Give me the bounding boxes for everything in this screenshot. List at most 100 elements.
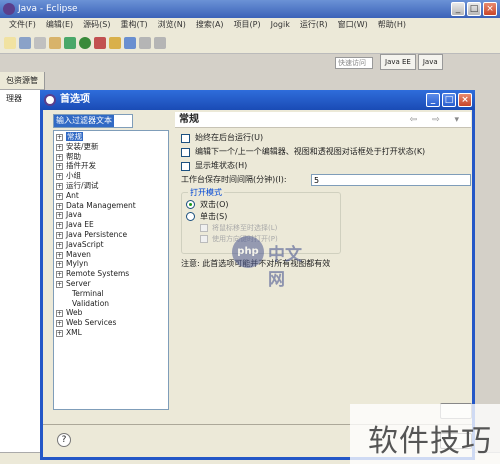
new-icon[interactable] xyxy=(4,36,16,49)
save-icon[interactable] xyxy=(19,36,31,49)
nav-back-icon[interactable] xyxy=(139,36,151,49)
dialog-close-button[interactable]: × xyxy=(458,93,472,107)
minimize-button[interactable]: _ xyxy=(451,2,465,16)
radio-dot xyxy=(186,212,195,221)
menu-help[interactable]: 帮助(H) xyxy=(373,18,411,32)
tree-item-label: Java Persistence xyxy=(66,229,128,239)
open-type-icon[interactable] xyxy=(109,36,121,49)
tree-item[interactable]: + Web xyxy=(54,308,168,318)
print-icon[interactable] xyxy=(34,36,46,49)
run-in-background-checkbox[interactable]: 始终在后台运行(U) xyxy=(181,132,475,146)
tree-item[interactable]: + 常规 xyxy=(54,132,168,142)
tree-item[interactable]: Terminal xyxy=(54,289,168,299)
tree-item[interactable]: Validation xyxy=(54,299,168,309)
nav-forward-icon[interactable] xyxy=(154,36,166,49)
expand-icon[interactable]: + xyxy=(56,310,63,318)
expand-icon[interactable]: + xyxy=(56,271,63,279)
checkbox-box xyxy=(181,162,190,171)
close-button[interactable]: × xyxy=(483,2,497,16)
checkbox-box xyxy=(181,148,190,157)
tree-item-label: 运行/调试 xyxy=(66,180,99,190)
tree-item[interactable]: + Ant xyxy=(54,191,168,201)
note-text: 注意: 此首选项可能并不对所有视图都有效 xyxy=(181,259,331,268)
tree-item[interactable]: + 小组 xyxy=(54,171,168,181)
run-icon[interactable] xyxy=(79,36,91,49)
tree-item[interactable]: + Remote Systems xyxy=(54,269,168,279)
menu-run[interactable]: 运行(R) xyxy=(295,18,333,32)
expand-icon[interactable]: + xyxy=(56,212,63,220)
tree-item-label: JavaScript xyxy=(66,239,104,249)
tree-item[interactable]: + 运行/调试 xyxy=(54,181,168,191)
maximize-button[interactable]: □ xyxy=(467,2,481,16)
expand-icon[interactable]: + xyxy=(56,134,63,141)
corner-watermark-text: 软件技巧 xyxy=(368,424,492,459)
tree-item[interactable]: + XML xyxy=(54,328,168,338)
tree-item[interactable]: + Server xyxy=(54,279,168,289)
perspective-java-ee[interactable]: Java EE xyxy=(380,54,416,70)
double-click-radio[interactable]: 双击(O) xyxy=(186,199,340,211)
menu-search[interactable]: 搜索(A) xyxy=(191,18,229,32)
menu-project[interactable]: 项目(P) xyxy=(229,18,266,32)
expand-icon[interactable]: + xyxy=(56,182,63,190)
dialog-minimize-button[interactable]: _ xyxy=(426,93,440,107)
menubar: 文件(F) 编辑(E) 源码(S) 重构(T) 浏览(N) 搜索(A) 项目(P… xyxy=(0,18,500,32)
dialog-maximize-button[interactable]: □ xyxy=(442,93,456,107)
expand-icon[interactable]: + xyxy=(56,153,63,161)
expand-icon[interactable]: + xyxy=(56,163,63,171)
filter-input[interactable]: 输入过滤器文本 xyxy=(53,114,133,128)
single-click-label: 单击(S) xyxy=(200,212,228,221)
tree-item[interactable]: + Mylyn xyxy=(54,259,168,269)
expand-icon[interactable]: + xyxy=(56,320,63,328)
tree-item[interactable]: + JavaScript xyxy=(54,240,168,250)
checkbox-box xyxy=(181,134,190,143)
expand-icon[interactable]: + xyxy=(56,143,63,151)
keep-next-prev-open-label: 编辑下一个/上一个编辑器、视图和透视图对话框处于打开状态(K) xyxy=(195,147,426,156)
debug-icon[interactable] xyxy=(64,36,76,49)
expand-icon[interactable]: + xyxy=(56,173,63,181)
expand-icon[interactable]: + xyxy=(56,280,63,288)
tree-item-label: 常规 xyxy=(66,132,83,141)
single-click-radio[interactable]: 单击(S) xyxy=(186,211,340,223)
package-explorer-tab[interactable]: 包资源管理器 xyxy=(0,72,44,103)
external-tools-icon[interactable] xyxy=(94,36,106,49)
keep-next-prev-open-checkbox[interactable]: 编辑下一个/上一个编辑器、视图和透视图对话框处于打开状态(K) xyxy=(181,146,475,160)
tree-item[interactable]: + 安装/更新 xyxy=(54,142,168,152)
tools-icon[interactable] xyxy=(49,36,61,49)
tree-item-label: 安装/更新 xyxy=(66,141,99,151)
tree-item-label: Maven xyxy=(66,249,91,259)
quick-access-input[interactable]: 快速访问 xyxy=(335,57,373,69)
menu-source[interactable]: 源码(S) xyxy=(78,18,115,32)
tree-item[interactable]: + 插件开发 xyxy=(54,161,168,171)
eclipse-app-icon xyxy=(3,3,15,15)
expand-icon[interactable]: + xyxy=(56,251,63,259)
expand-icon[interactable]: + xyxy=(56,202,63,210)
expand-icon[interactable]: + xyxy=(56,261,63,269)
expand-icon[interactable]: + xyxy=(56,241,63,249)
tree-item[interactable]: + 帮助 xyxy=(54,152,168,162)
menu-edit[interactable]: 编辑(E) xyxy=(41,18,78,32)
tree-item-label: 帮助 xyxy=(66,151,81,161)
tree-item-label: Java xyxy=(66,210,82,220)
expand-icon[interactable]: + xyxy=(56,192,63,200)
menu-refactor[interactable]: 重构(T) xyxy=(115,18,152,32)
tree-item[interactable]: + Java Persistence xyxy=(54,230,168,240)
menu-jogik[interactable]: Jogik xyxy=(266,18,295,32)
help-icon[interactable]: ? xyxy=(57,433,71,447)
menu-navigate[interactable]: 浏览(N) xyxy=(153,18,191,32)
expand-icon[interactable]: + xyxy=(56,222,63,230)
tree-item[interactable]: + Data Management xyxy=(54,201,168,211)
tree-item[interactable]: + Java xyxy=(54,210,168,220)
tree-item[interactable]: + Java EE xyxy=(54,220,168,230)
expand-icon[interactable]: + xyxy=(56,329,63,337)
perspective-java[interactable]: Java xyxy=(417,54,443,70)
menu-file[interactable]: 文件(F) xyxy=(4,18,41,32)
expand-icon[interactable]: + xyxy=(56,231,63,239)
tree-item[interactable]: + Web Services xyxy=(54,318,168,328)
menu-window[interactable]: 窗口(W) xyxy=(333,18,373,32)
search-icon[interactable] xyxy=(124,36,136,49)
radio-dot xyxy=(186,200,195,209)
save-interval-input[interactable] xyxy=(311,174,471,186)
show-heap-status-checkbox[interactable]: 显示堆状态(H) xyxy=(181,160,475,174)
page-nav-arrows[interactable]: ⇦ ⇨ ▾ xyxy=(410,115,465,125)
tree-item[interactable]: + Maven xyxy=(54,250,168,260)
